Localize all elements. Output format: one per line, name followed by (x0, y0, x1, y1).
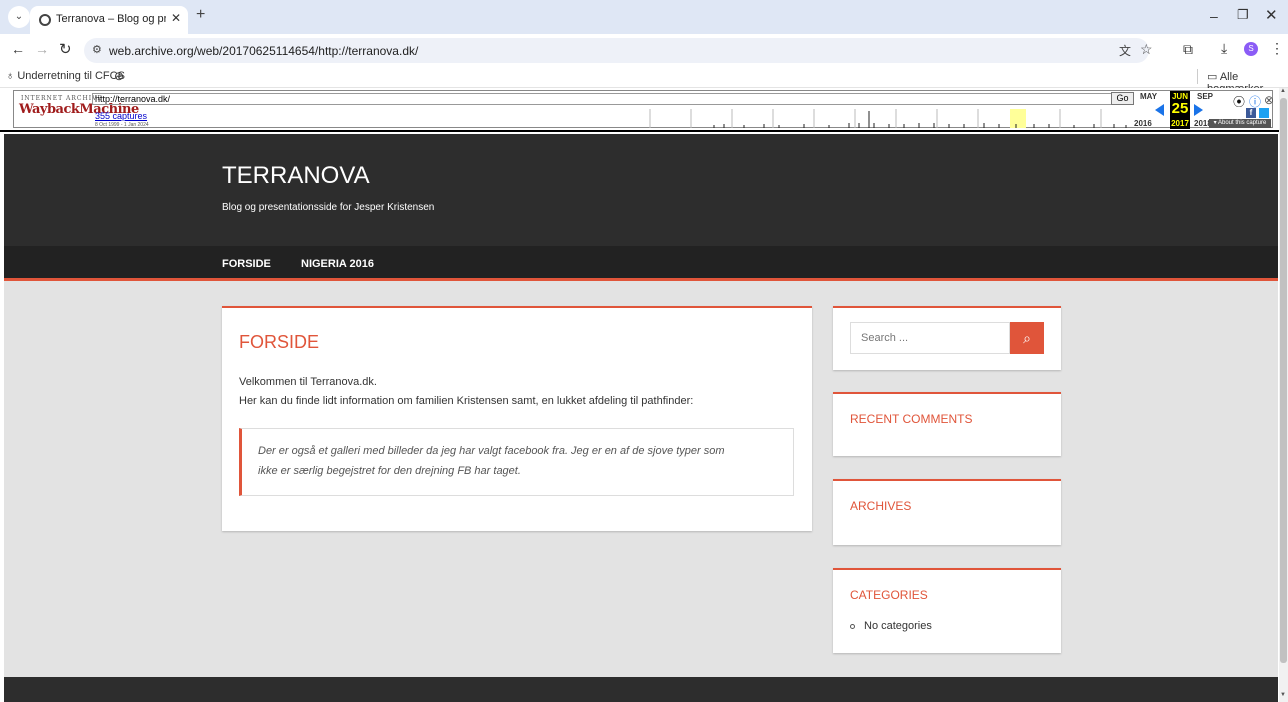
archives-title: ARCHIVES (850, 499, 912, 513)
wayback-toolbar: INTERNET ARCHIVE WaybackMachine http://t… (0, 88, 1288, 132)
profile-avatar[interactable]: S (1244, 42, 1258, 56)
info-paragraph: Her kan du finde lidt information om fam… (239, 395, 694, 407)
tab-title: Terranova – Blog og presentatio (56, 13, 166, 25)
forward-arrow-icon[interactable]: → (35, 41, 49, 57)
prev-month-label[interactable]: MAY (1140, 92, 1157, 101)
main-content-card: FORSIDE Velkommen til Terranova.dk. Her … (222, 306, 812, 531)
scroll-up-arrow-icon[interactable]: ▲ (1280, 88, 1286, 94)
tab-search-chevron-icon[interactable]: ⌄ (8, 6, 30, 28)
back-arrow-icon[interactable]: ← (11, 41, 25, 57)
scroll-down-arrow-icon[interactable]: ▼ (1280, 692, 1286, 698)
quote-line-1: Der er også et galleri med billeder da j… (258, 445, 725, 457)
tab-close-icon[interactable]: ✕ (171, 11, 181, 25)
current-day: 25 (1171, 100, 1189, 117)
bookmark-globe-icon[interactable]: ⊕ (114, 69, 124, 83)
page-title: FORSIDE (239, 332, 320, 352)
reload-icon[interactable]: ↻ (59, 40, 72, 58)
wayback-close-icon[interactable]: ⊗ (1264, 93, 1274, 107)
bookmark-separator (1197, 69, 1198, 84)
list-bullet-icon (850, 623, 855, 629)
archives-widget: ARCHIVES (833, 479, 1061, 545)
recent-comments-title: RECENT COMMENTS (850, 412, 973, 426)
url-text[interactable]: web.archive.org/web/20170625114654/http:… (109, 44, 418, 58)
bookmark-star-icon[interactable]: ☆ (1140, 41, 1153, 58)
new-tab-button[interactable]: + (196, 6, 205, 24)
user-account-icon[interactable]: ⦿ (1233, 93, 1245, 110)
facebook-icon[interactable]: f (1246, 108, 1256, 118)
capture-sparkline[interactable] (644, 109, 1134, 128)
site-navigation: FORSIDE NIGERIA 2016 (4, 246, 1278, 281)
browser-tab-bar: ⌄ Terranova – Blog og presentatio ✕ + – … (0, 0, 1288, 34)
categories-widget: CATEGORIES No categories (833, 568, 1061, 653)
nav-item-nigeria-2016[interactable]: NIGERIA 2016 (301, 258, 374, 270)
browser-menu-icon[interactable]: ⋮ (1270, 40, 1284, 57)
quote-line-2: ikke er særlig begejstret for den drejni… (258, 465, 521, 477)
wayback-panel: INTERNET ARCHIVE WaybackMachine http://t… (13, 90, 1274, 129)
search-button[interactable]: ⌕ (1010, 322, 1044, 354)
bookmarks-bar: ♁ Underretning til CFCS ⊕ ▭ Alle bogmærk… (0, 66, 1288, 95)
next-capture-arrow-icon[interactable] (1194, 104, 1203, 116)
download-icon[interactable]: ⤓ (1221, 40, 1227, 57)
browser-tab[interactable]: Terranova – Blog og presentatio ✕ (30, 6, 188, 34)
bookmark-label: Underretning til CFCS (17, 70, 125, 82)
current-year: 2017 (1171, 119, 1189, 128)
capture-date-range: 8 Oct 1999 - 1 Jan 2024 (95, 122, 149, 128)
prev-capture-arrow-icon[interactable] (1155, 104, 1164, 116)
no-categories-text: No categories (864, 620, 932, 632)
minimize-icon[interactable]: – (1210, 8, 1218, 24)
page-scrollbar[interactable]: ▲ ▼ (1279, 88, 1288, 702)
bookmark-underretning[interactable]: ♁ Underretning til CFCS (6, 70, 125, 82)
prev-year-label[interactable]: 2016 (1134, 119, 1152, 128)
restore-icon[interactable]: ❐ (1237, 7, 1249, 23)
blockquote: Der er også et galleri med billeder da j… (239, 428, 794, 496)
site-title[interactable]: TERRANOVA (222, 162, 370, 190)
recent-comments-widget: RECENT COMMENTS (833, 392, 1061, 456)
browser-toolbar: ← → ↻ ⚙ web.archive.org/web/201706251146… (0, 34, 1288, 66)
internet-archive-label: INTERNET ARCHIVE (21, 95, 103, 102)
current-capture-date: JUN 25 2017 (1170, 91, 1190, 129)
site-header: TERRANOVA Blog og presentationsside for … (4, 134, 1278, 246)
window-close-icon[interactable]: ✕ (1265, 6, 1278, 24)
twitter-icon[interactable] (1259, 108, 1269, 118)
quote-text: Der er også et galleri med billeder da j… (258, 441, 788, 481)
next-month-label[interactable]: SEP (1197, 92, 1213, 101)
wayback-go-button[interactable]: Go (1111, 92, 1134, 105)
address-bar[interactable]: ⚙ web.archive.org/web/20170625114654/htt… (84, 38, 1153, 63)
search-widget: Search ... ⌕ (833, 306, 1061, 370)
search-input[interactable]: Search ... (850, 322, 1010, 354)
archived-page: TERRANOVA Blog og presentationsside for … (4, 134, 1278, 702)
site-footer (4, 677, 1278, 702)
search-icon: ⌕ (1023, 330, 1031, 346)
scroll-thumb[interactable] (1280, 98, 1287, 663)
globe-icon (39, 14, 51, 26)
about-capture-button[interactable]: ▾ About this capture (1209, 119, 1271, 128)
nav-item-forside[interactable]: FORSIDE (222, 258, 271, 270)
captures-link[interactable]: 355 captures (95, 111, 147, 121)
extensions-icon[interactable]: ⧉ (1183, 41, 1193, 58)
intro-paragraph: Velkommen til Terranova.dk. (239, 376, 377, 388)
translate-icon[interactable]: 文 (1119, 42, 1131, 59)
site-description: Blog og presentationsside for Jesper Kri… (222, 202, 435, 213)
category-list-item: No categories (850, 620, 932, 632)
categories-title: CATEGORIES (850, 588, 928, 602)
wayback-url-input[interactable]: http://terranova.dk/ (92, 93, 1116, 105)
site-settings-icon[interactable]: ⚙ (92, 43, 102, 56)
